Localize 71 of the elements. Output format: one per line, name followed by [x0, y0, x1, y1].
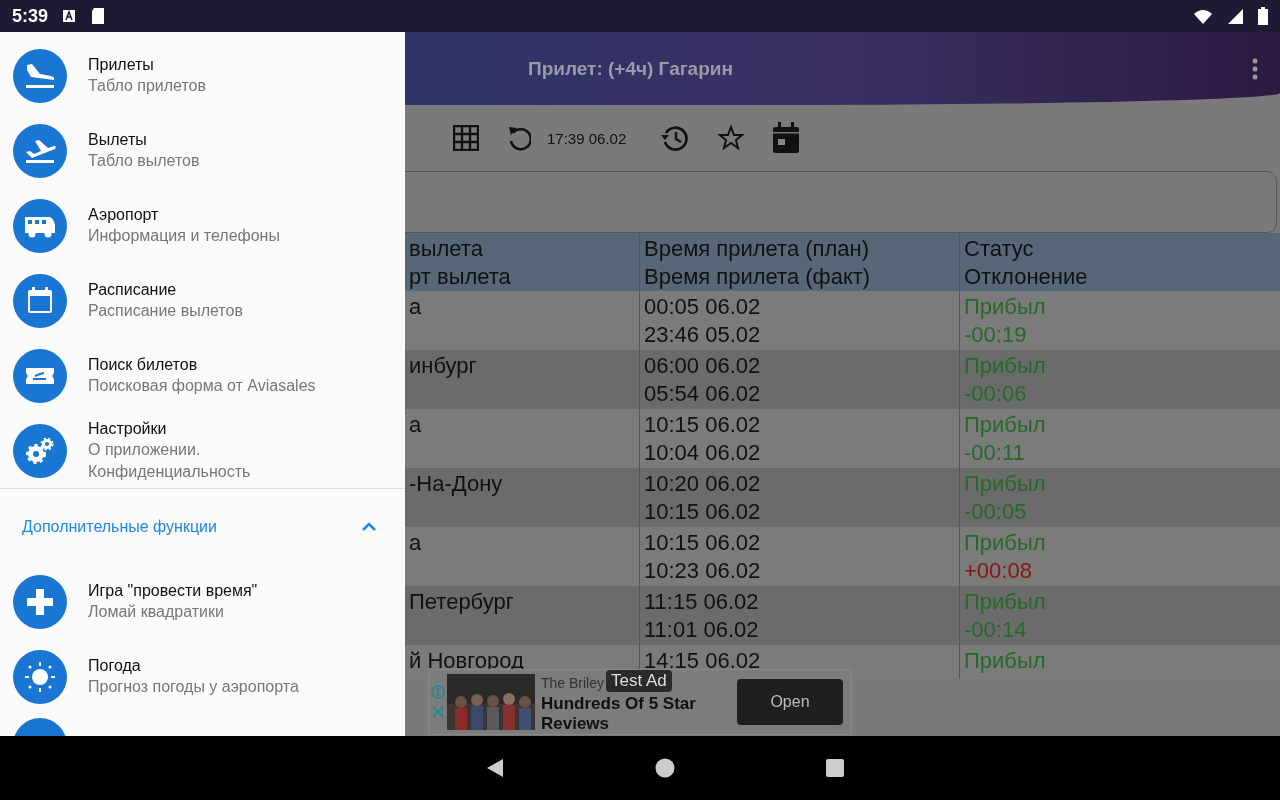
- status-text: Прибыл: [964, 529, 1047, 557]
- menu-subtitle: Табло вылетов: [88, 151, 200, 171]
- menu-item[interactable]: Игра "провести время" Ломай квадратики: [0, 564, 405, 639]
- table-row[interactable]: инбург 06:00 06.02 05:54 06.02 Прибыл -00:06: [405, 350, 1280, 409]
- back-icon[interactable]: [485, 758, 505, 778]
- table-row[interactable]: Петербург 11:15 06.02 11:01 06.02 Прибыл -00:14: [405, 586, 1280, 645]
- menu-subtitle: О приложении. Конфиденциальность: [88, 440, 251, 482]
- menu-title: Аэропорт: [88, 205, 160, 225]
- clock: 5:39: [12, 5, 49, 27]
- status-text: Прибыл: [964, 470, 1047, 498]
- status-text: Прибыл: [964, 293, 1047, 321]
- section-title: Дополнительные функции: [22, 517, 217, 536]
- menu-subtitle: Расписание вылетов: [88, 301, 243, 321]
- star-icon[interactable]: [718, 125, 745, 151]
- menu-item[interactable]: Аэропорт Информация и телефоны: [0, 188, 405, 263]
- menu-subtitle: Табло прилетов: [88, 76, 206, 96]
- menu-subtitle: Информация и телефоны: [88, 226, 280, 246]
- calendar-icon: [13, 273, 67, 328]
- ad-headline: Hundreds Of 5 Star Reviews: [541, 694, 697, 734]
- menu-item[interactable]: Вылеты Табло вылетов: [0, 113, 405, 188]
- status-text: Прибыл: [964, 588, 1047, 616]
- bus-icon: [13, 198, 67, 253]
- grid-icon[interactable]: [453, 125, 479, 151]
- keyboard-notification-icon: [62, 9, 77, 23]
- recents-icon[interactable]: [825, 758, 845, 778]
- menu-title: Игра "провести время": [88, 581, 258, 601]
- menu-subtitle: Поисковая форма от Aviasales: [88, 376, 316, 396]
- plane-takeoff-icon: [13, 123, 67, 178]
- menu-title: Прилеты: [88, 55, 155, 75]
- menu-item[interactable]: Расписание Расписание вылетов: [0, 263, 405, 338]
- ticket-icon: [13, 348, 67, 403]
- battery-icon: [1258, 7, 1268, 25]
- deviation-text: -00:19: [964, 321, 1028, 349]
- deviation-text: -00:05: [964, 498, 1028, 526]
- menu-item[interactable]: Прилеты Табло прилетов: [0, 38, 405, 113]
- column-header: Статус Отклонение: [963, 235, 1089, 291]
- menu-title: Вылеты: [88, 130, 148, 150]
- table-row[interactable]: -На-Дону 10:20 06.02 10:15 06.02 Прибыл -00:05: [405, 468, 1280, 527]
- deviation-text: +00:08: [964, 557, 1033, 585]
- menu-title: Настройки: [88, 419, 168, 439]
- status-text: Прибыл: [964, 352, 1047, 380]
- signal-icon: [1227, 7, 1244, 25]
- calendar-icon[interactable]: [772, 122, 801, 154]
- menu-item[interactable]: Погода Прогноз погоды у аэропорта: [0, 639, 405, 714]
- status-text: Прибыл: [964, 411, 1047, 439]
- sd-card-icon: [90, 7, 107, 25]
- open-button[interactable]: Open: [737, 679, 843, 725]
- deviation-text: -00:06: [964, 380, 1028, 408]
- section-header[interactable]: Дополнительные функции: [0, 489, 405, 564]
- status-text: Прибыл: [964, 647, 1047, 675]
- deviation-text: -00:11: [964, 439, 1026, 467]
- menu-title: Погода: [88, 656, 142, 676]
- input-field[interactable]: [405, 171, 1277, 233]
- menu-title: Расписание: [88, 280, 178, 300]
- app-bar-title: Прилет: (+4ч) Гагарин: [528, 57, 734, 80]
- refresh-icon[interactable]: [507, 125, 531, 151]
- deviation-text: -00:14: [964, 616, 1028, 644]
- menu-item[interactable]: Настройки О приложении. Конфиденциальность: [0, 413, 405, 488]
- wifi-icon: [1193, 8, 1213, 24]
- menu-subtitle: Прогноз погоды у аэропорта: [88, 677, 299, 697]
- advertiser-name: The Briley: [541, 674, 605, 692]
- more-menu-icon[interactable]: [1252, 57, 1258, 80]
- menu-title: Поиск билетов: [88, 355, 199, 375]
- menu-subtitle: Ломай квадратики: [88, 602, 225, 622]
- update-time: 17:39 06.02: [547, 129, 627, 147]
- plane-landing-icon: [13, 48, 67, 103]
- menu-item[interactable]: Поиск билетов Поисковая форма от Aviasales: [0, 338, 405, 413]
- history-icon[interactable]: [660, 124, 691, 152]
- gears-icon: [13, 423, 67, 478]
- home-icon[interactable]: [655, 758, 675, 778]
- sun-icon: [13, 649, 67, 704]
